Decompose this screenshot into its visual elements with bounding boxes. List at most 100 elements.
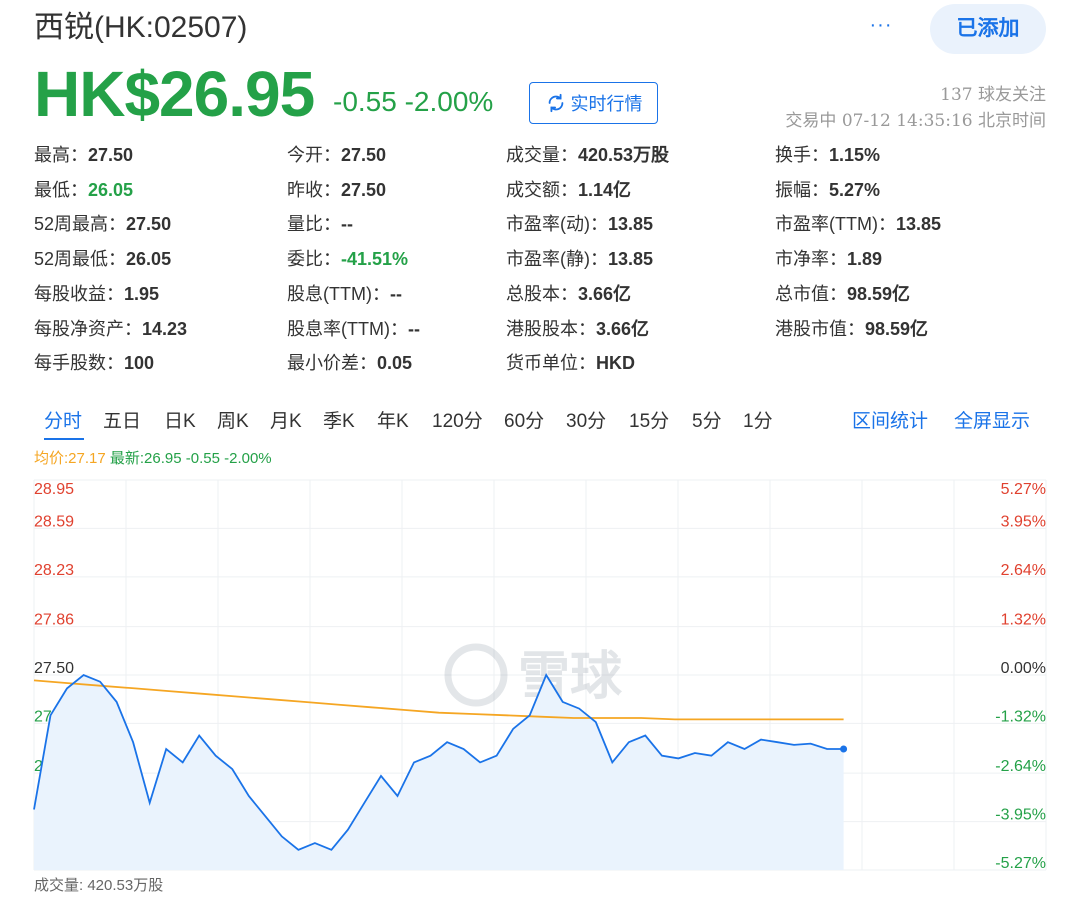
quote-item: 股息(TTM)：-- <box>287 279 402 309</box>
quote-item: 市盈率(静)：13.85 <box>506 244 653 274</box>
pct-tick-label: 2.64% <box>1001 562 1046 579</box>
quote-value: 3.66亿 <box>596 318 650 339</box>
tab-period[interactable]: 分时 <box>44 404 82 440</box>
range-stats-button[interactable]: 区间统计 <box>852 404 928 440</box>
quote-row: 52周最高：27.50 量比：-- 市盈率(动)：13.85 市盈率(TTM)：13.… <box>34 209 1046 239</box>
quote-item: 成交量：420.53万股 <box>506 140 669 170</box>
quote-label: 市盈率(动)： <box>506 214 608 235</box>
quote-value: 420.53万股 <box>578 145 670 165</box>
realtime-quote-button[interactable]: 实时行情 <box>529 82 658 124</box>
quote-label: 昨收： <box>287 179 341 200</box>
pct-tick-label: 3.95% <box>1001 513 1046 530</box>
quote-label: 总市值： <box>775 283 847 304</box>
quote-label: 量比： <box>287 214 341 235</box>
follow-button[interactable]: 已添加 <box>930 4 1046 54</box>
price-area-fill <box>34 675 844 870</box>
quote-value: 27.50 <box>341 179 387 200</box>
quote-label: 每股收益： <box>34 283 124 304</box>
quote-item: 货币单位：HKD <box>506 348 635 378</box>
quote-row: 最低：26.05 昨收：27.50 成交额：1.14亿 振幅：5.27% <box>34 175 1046 205</box>
quote-grid: 最高：27.50 今开：27.50 成交量：420.53万股 换手：1.15% 最低：2… <box>34 140 1046 390</box>
quote-item: 总市值：98.59亿 <box>775 279 910 309</box>
quote-item: 每手股数：100 <box>34 348 154 378</box>
quote-value: 13.85 <box>895 214 942 235</box>
quote-row: 每手股数：100 最小价差：0.05 货币单位：HKD <box>34 348 1046 378</box>
quote-item: 市净率：1.89 <box>775 244 882 274</box>
quote-label: 港股股本： <box>506 318 596 339</box>
quote-value: 5.27% <box>829 179 881 200</box>
quote-value: 0.05 <box>377 353 413 374</box>
quote-row: 52周最低：26.05 委比：-41.51% 市盈率(静)：13.85 市净率：1.8… <box>34 244 1046 274</box>
quote-row: 每股净资产：14.23 股息率(TTM)：-- 港股股本：3.66亿 港股市值：98.… <box>34 314 1046 344</box>
quote-label: 成交额： <box>506 179 578 200</box>
more-options-button[interactable]: ··· <box>864 14 898 38</box>
quote-item: 港股市值：98.59亿 <box>775 314 928 344</box>
pct-tick-label: 1.32% <box>1001 612 1046 629</box>
tab-period[interactable]: 30分 <box>566 404 606 440</box>
tab-period[interactable]: 120分 <box>432 404 483 440</box>
quote-value: 98.59亿 <box>865 318 929 339</box>
price-tick-label: 28.59 <box>34 513 74 530</box>
quote-label: 货币单位： <box>506 353 596 374</box>
price-tick-label: 28.95 <box>34 481 74 498</box>
quote-label: 换手： <box>775 145 829 165</box>
quote-item: 最低：26.05 <box>34 175 133 205</box>
tab-period[interactable]: 15分 <box>629 404 669 440</box>
quote-value: 27.50 <box>341 145 387 165</box>
quote-label: 港股市值： <box>775 318 865 339</box>
quote-item: 港股股本：3.66亿 <box>506 314 649 344</box>
quote-label: 振幅： <box>775 179 829 200</box>
current-price: HK$26.95 <box>34 58 315 130</box>
quote-value: -- <box>407 318 420 339</box>
pct-tick-label: -5.27% <box>995 855 1046 872</box>
quote-item: 今开：27.50 <box>287 140 386 170</box>
tab-period[interactable]: 年K <box>377 404 409 440</box>
tab-period[interactable]: 五日 <box>103 404 141 440</box>
quote-label: 委比： <box>287 249 341 270</box>
tab-period[interactable]: 季K <box>323 404 355 440</box>
quote-value: 27.50 <box>88 145 134 165</box>
latest-price-dot <box>840 745 848 753</box>
price-change: -0.55 -2.00% <box>333 86 494 117</box>
followers-count: 137 球友关注 <box>940 85 1046 105</box>
quote-item: 委比：-41.51% <box>287 244 408 274</box>
quote-label: 每股净资产： <box>34 318 142 339</box>
quote-item: 振幅：5.27% <box>775 175 880 205</box>
fullscreen-button[interactable]: 全屏显示 <box>954 404 1030 440</box>
price-tick-label: 27.86 <box>34 612 74 629</box>
quote-label: 成交量： <box>506 145 578 165</box>
tab-period[interactable]: 60分 <box>504 404 544 440</box>
tab-period[interactable]: 1分 <box>743 404 773 440</box>
watermark-logo: 雪球 <box>444 643 623 707</box>
tab-period[interactable]: 日K <box>164 404 196 440</box>
quote-row: 最高：27.50 今开：27.50 成交量：420.53万股 换手：1.15% <box>34 140 1046 170</box>
price-tick-label: 28.23 <box>34 562 74 579</box>
quote-item: 52周最低：26.05 <box>34 244 171 274</box>
intraday-chart[interactable]: 雪球28.9528.5928.2327.8627.5027.1426.7726.… <box>0 470 1080 876</box>
quote-item: 昨收：27.50 <box>287 175 386 205</box>
quote-value: 3.66亿 <box>578 283 632 304</box>
pct-tick-label: -1.32% <box>995 708 1046 725</box>
quote-value: 14.23 <box>142 318 188 339</box>
quote-value: -- <box>341 214 353 235</box>
quote-item: 总股本：3.66亿 <box>506 279 631 309</box>
tab-period[interactable]: 周K <box>217 404 249 440</box>
quote-value: 1.89 <box>847 249 883 270</box>
pct-tick-label: -2.64% <box>995 758 1046 775</box>
quote-value: 26.05 <box>126 249 172 270</box>
chart-legend: 均价:27.17 最新:26.95 -0.55 -2.00% <box>34 448 272 470</box>
pct-tick-label: 0.00% <box>1001 660 1046 677</box>
quote-item: 换手：1.15% <box>775 140 880 170</box>
quote-value: -- <box>389 283 402 304</box>
quote-value: -41.51% <box>341 249 409 270</box>
quote-item: 成交额：1.14亿 <box>506 175 631 205</box>
quote-label: 市盈率(TTM)： <box>775 214 896 235</box>
tab-period[interactable]: 月K <box>270 404 302 440</box>
refresh-icon <box>548 93 563 113</box>
quote-label: 最小价差： <box>287 353 377 374</box>
quote-item: 52周最高：27.50 <box>34 209 171 239</box>
tab-period[interactable]: 5分 <box>692 404 722 440</box>
quote-label: 股息(TTM)： <box>287 283 390 304</box>
quote-label: 最高： <box>34 145 88 165</box>
trading-status: 交易中 07-12 14:35:16 北京时间 <box>785 111 1046 131</box>
